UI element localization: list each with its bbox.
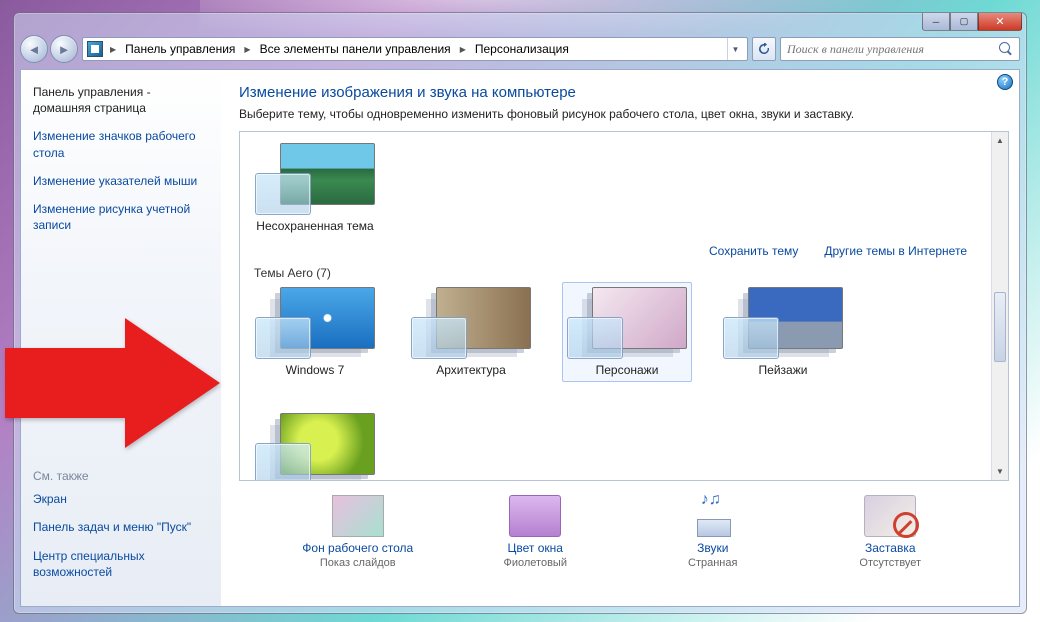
theme-settings-row: Фон рабочего стола Показ слайдов Цвет окна… (239, 481, 1009, 575)
setting-status: Фиолетовый (455, 557, 615, 569)
theme-item[interactable]: Windows 7 (250, 282, 380, 382)
setting-icon (509, 495, 561, 537)
setting-label: Фон рабочего стола (278, 541, 438, 555)
forward-button[interactable]: ► (50, 35, 78, 63)
scroll-thumb[interactable] (994, 292, 1006, 362)
back-button[interactable]: ◄ (20, 35, 48, 63)
theme-unsaved[interactable]: Несохраненная тема (250, 138, 380, 238)
theme-label: Несохраненная тема (256, 219, 373, 233)
see-also-ease-of-access[interactable]: Центр специальных возможностей (33, 548, 209, 580)
setting-icon (332, 495, 384, 537)
page-title: Изменение изображения и звука на компьют… (239, 84, 1009, 101)
sidebar: Панель управления - домашняя страница Из… (21, 70, 221, 606)
chevron-right-icon: ▶ (457, 45, 469, 54)
theme-item[interactable]: Пейзажи (718, 282, 848, 382)
refresh-button[interactable] (752, 37, 776, 61)
see-also-taskbar[interactable]: Панель задач и меню "Пуск" (33, 519, 209, 535)
search-icon (999, 42, 1013, 56)
aero-section-header: Темы Aero (7) (254, 266, 981, 280)
main-content: Изменение изображения и звука на компьют… (221, 70, 1019, 606)
chevron-right-icon: ▶ (107, 45, 119, 54)
sidebar-link-desktop-icons[interactable]: Изменение значков рабочего стола (33, 128, 209, 160)
theme-label: Пейзажи (759, 363, 808, 377)
maximize-button[interactable]: ▢ (950, 13, 978, 31)
breadcrumb-item[interactable]: Персонализация (473, 42, 571, 56)
scroll-down-icon[interactable]: ▼ (992, 463, 1008, 480)
setting-label: Звуки (633, 541, 793, 555)
setting-icon (864, 495, 916, 537)
setting-icon (687, 495, 739, 537)
theme-label: Персонажи (596, 363, 659, 377)
more-themes-link[interactable]: Другие темы в Интернете (824, 244, 967, 258)
breadcrumb-item[interactable]: Панель управления (123, 42, 237, 56)
see-also-display[interactable]: Экран (33, 491, 209, 507)
control-panel-icon (87, 41, 103, 57)
theme-setting-item[interactable]: Фон рабочего стола Показ слайдов (278, 495, 438, 569)
save-theme-link[interactable]: Сохранить тему (709, 244, 798, 258)
breadcrumb-item[interactable]: Все элементы панели управления (258, 42, 453, 56)
address-dropdown-icon[interactable]: ▼ (727, 38, 743, 60)
sidebar-link-account-picture[interactable]: Изменение рисунка учетной записи (33, 201, 209, 233)
scrollbar[interactable]: ▲ ▼ (991, 132, 1008, 480)
title-bar: ─ ▢ ✕ (14, 13, 1026, 33)
theme-setting-item[interactable]: Заставка Отсутствует (810, 495, 970, 569)
setting-status: Странная (633, 557, 793, 569)
search-field[interactable] (780, 37, 1020, 61)
sidebar-home-link[interactable]: Панель управления - домашняя страница (33, 84, 209, 116)
control-panel-window: ─ ▢ ✕ ◄ ► ▶ Панель управления ▶ Все элем… (13, 12, 1027, 614)
minimize-button[interactable]: ─ (922, 13, 950, 31)
theme-label: Windows 7 (286, 363, 345, 377)
see-also-header: См. также (33, 469, 209, 483)
search-input[interactable] (787, 42, 999, 57)
close-button[interactable]: ✕ (978, 13, 1022, 31)
chevron-right-icon: ▶ (241, 45, 253, 54)
address-bar[interactable]: ▶ Панель управления ▶ Все элементы панел… (82, 37, 748, 61)
setting-label: Заставка (810, 541, 970, 555)
setting-status: Отсутствует (810, 557, 970, 569)
navigation-toolbar: ◄ ► ▶ Панель управления ▶ Все элементы п… (14, 33, 1026, 69)
page-subtitle: Выберите тему, чтобы одновременно измени… (239, 107, 1009, 121)
theme-label: Архитектура (436, 363, 506, 377)
sidebar-link-mouse-pointers[interactable]: Изменение указателей мыши (33, 173, 209, 189)
themes-panel: Несохраненная тема Сохранить тему Другие… (239, 131, 1009, 481)
theme-item[interactable]: Архитектура (406, 282, 536, 382)
theme-setting-item[interactable]: Цвет окна Фиолетовый (455, 495, 615, 569)
scroll-up-icon[interactable]: ▲ (992, 132, 1008, 149)
setting-status: Показ слайдов (278, 557, 438, 569)
setting-label: Цвет окна (455, 541, 615, 555)
theme-item[interactable]: Природа (250, 408, 380, 480)
theme-setting-item[interactable]: Звуки Странная (633, 495, 793, 569)
theme-item[interactable]: Персонажи (562, 282, 692, 382)
